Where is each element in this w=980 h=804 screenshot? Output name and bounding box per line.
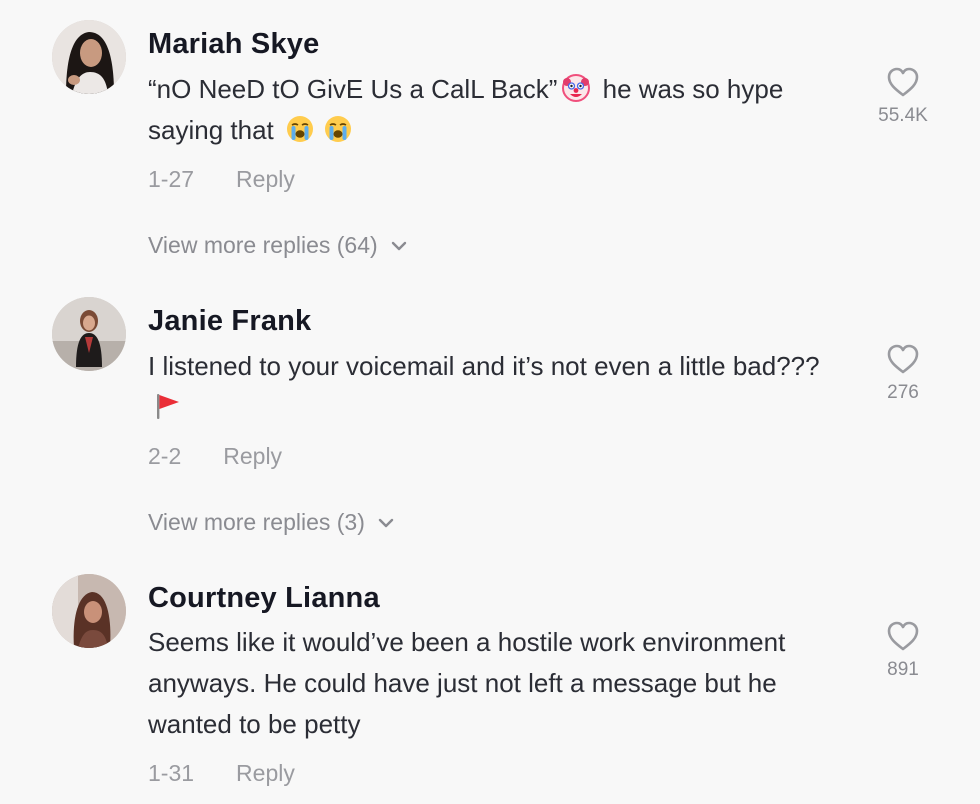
comment-meta: 1-31 Reply [148,760,295,787]
reply-button[interactable]: Reply [236,760,295,786]
avatar[interactable] [52,574,126,648]
comment-date: 1-31 [148,760,195,786]
heart-outline-icon [887,621,919,651]
comment-item: Courtney Lianna Seems like it would’ve b… [0,0,980,804]
comment-text: Seems like it would’ve been a hostile wo… [148,622,828,745]
like-count: 891 [887,659,919,680]
comment-text-part: Seems like it would’ve been a hostile wo… [148,627,786,739]
like-button[interactable]: 891 [858,620,948,681]
comment-username[interactable]: Courtney Lianna [148,582,380,615]
